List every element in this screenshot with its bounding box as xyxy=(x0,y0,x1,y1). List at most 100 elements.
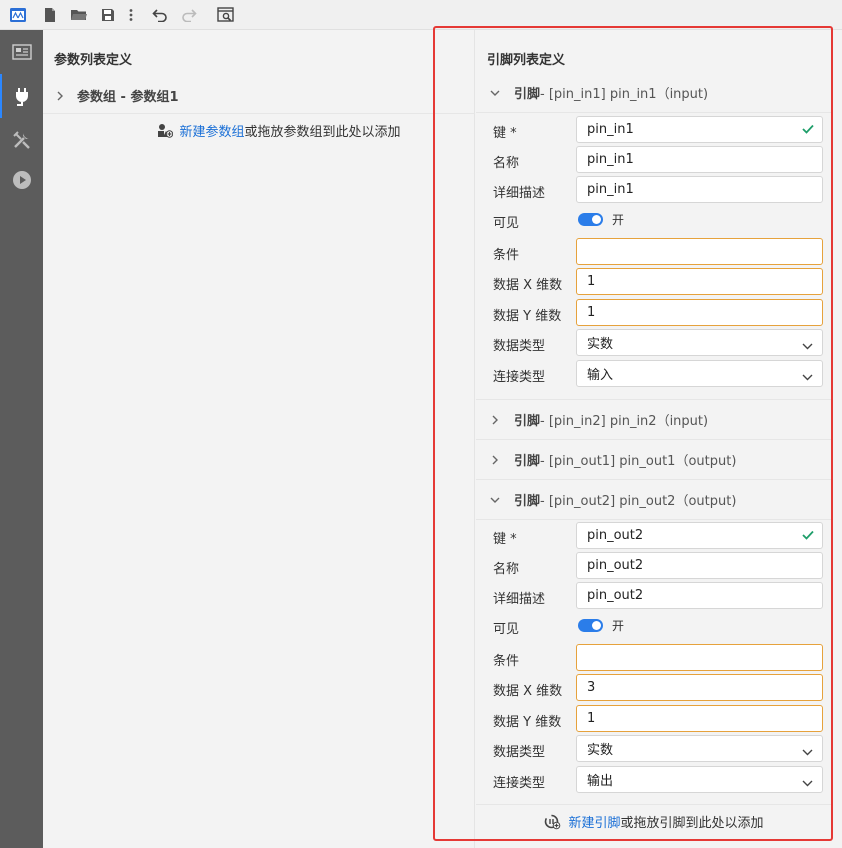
pin-header-pin-in1[interactable]: 引脚 - [pin_in1] pin_in1（input) xyxy=(476,73,832,113)
condition-label: 条件 xyxy=(493,248,520,263)
visible-toggle[interactable] xyxy=(578,213,603,226)
chevron-down-icon xyxy=(802,776,813,791)
description-value: pin_in1 xyxy=(587,182,634,197)
pin-header-pin-out2[interactable]: 引脚 - [pin_out2] pin_out2（output) xyxy=(476,480,832,520)
field-dim-x: 数据 X 维数 1 xyxy=(476,268,832,296)
key-value: pin_out2 xyxy=(587,528,644,543)
connection-type-label: 连接类型 xyxy=(493,370,546,385)
pin-list-panel: 引脚列表定义 引脚 - [pin_in1] pin_in1（input) 键 *… xyxy=(476,30,832,848)
chevron-down-icon xyxy=(802,370,813,385)
name-value: pin_in1 xyxy=(587,152,634,167)
pin-label: 引脚 xyxy=(514,414,541,429)
plugin-icon[interactable] xyxy=(0,74,43,118)
chevron-right-icon[interactable] xyxy=(476,415,514,425)
dim-y-value: 1 xyxy=(587,711,596,726)
field-data-type: 数据类型 实数 xyxy=(476,329,832,357)
data-type-value: 实数 xyxy=(587,743,614,758)
new-pin-link[interactable]: 新建引脚 xyxy=(568,812,620,831)
chevron-down-icon[interactable] xyxy=(476,496,514,504)
toolbar xyxy=(0,0,842,30)
chevron-down-icon[interactable] xyxy=(476,89,514,97)
pin-title: - [pin_out1] pin_out1（output) xyxy=(540,454,737,469)
field-key: 键 * pin_in1 xyxy=(476,116,832,144)
visible-toggle[interactable] xyxy=(578,619,603,632)
tools-icon[interactable] xyxy=(0,118,43,162)
add-pin-icon xyxy=(544,813,561,830)
name-label: 名称 xyxy=(493,562,520,577)
condition-label: 条件 xyxy=(493,654,520,669)
dim-y-input[interactable]: 1 xyxy=(576,299,823,326)
pin-title: - [pin_out2] pin_out2（output) xyxy=(540,494,737,509)
pin-label: 引脚 xyxy=(514,454,541,469)
description-label: 详细描述 xyxy=(493,592,546,607)
pin-header-pin-out1[interactable]: 引脚 - [pin_out1] pin_out1（output) xyxy=(476,440,832,480)
field-connection-type: 连接类型 输出 xyxy=(476,766,832,794)
data-type-select[interactable]: 实数 xyxy=(576,329,823,356)
field-connection-type: 连接类型 输入 xyxy=(476,360,832,388)
name-label: 名称 xyxy=(493,156,520,171)
redo-icon[interactable] xyxy=(177,3,201,27)
dim-y-value: 1 xyxy=(587,305,596,320)
undo-icon[interactable] xyxy=(148,3,172,27)
panel-icon[interactable] xyxy=(0,30,43,74)
connection-type-select[interactable]: 输出 xyxy=(576,766,823,793)
play-icon[interactable] xyxy=(0,158,43,202)
connection-type-label: 连接类型 xyxy=(493,776,546,791)
condition-input[interactable] xyxy=(576,238,823,265)
parameter-list-title: 参数列表定义 xyxy=(54,53,133,68)
app-logo-icon[interactable] xyxy=(6,3,30,27)
name-value: pin_out2 xyxy=(587,558,644,573)
parameter-group-label: 参数组 - 参数组1 xyxy=(77,90,179,105)
key-input[interactable]: pin_out2 xyxy=(576,522,823,549)
description-input[interactable]: pin_in1 xyxy=(576,176,823,203)
dim-x-value: 1 xyxy=(587,274,596,289)
activity-bar xyxy=(0,30,43,848)
preview-icon[interactable] xyxy=(214,3,238,27)
chevron-right-icon[interactable] xyxy=(43,91,77,101)
data-type-select[interactable]: 实数 xyxy=(576,735,823,762)
name-input[interactable]: pin_in1 xyxy=(576,146,823,173)
name-input[interactable]: pin_out2 xyxy=(576,552,823,579)
field-visible: 可见 开 xyxy=(476,612,832,640)
key-label: 键 * xyxy=(493,126,517,141)
visible-toggle-text: 开 xyxy=(612,213,625,227)
field-condition: 条件 xyxy=(476,238,832,266)
visible-label: 可见 xyxy=(493,622,520,637)
field-condition: 条件 xyxy=(476,644,832,672)
field-name: 名称 pin_in1 xyxy=(476,146,832,174)
visible-toggle-text: 开 xyxy=(612,619,625,633)
dim-y-input[interactable]: 1 xyxy=(576,705,823,732)
data-type-value: 实数 xyxy=(587,337,614,352)
dim-x-input[interactable]: 3 xyxy=(576,674,823,701)
chevron-down-icon xyxy=(802,339,813,354)
pin-title: - [pin_in2] pin_in2（input) xyxy=(540,414,709,429)
check-icon xyxy=(802,123,814,138)
pin-list-title: 引脚列表定义 xyxy=(487,53,566,68)
description-label: 详细描述 xyxy=(493,186,546,201)
field-dim-x: 数据 X 维数 3 xyxy=(476,674,832,702)
open-folder-icon[interactable] xyxy=(67,3,91,27)
parameter-list-panel: 参数列表定义 参数组 - 参数组1 新建参数组 或拖放参数组到此处以添加 xyxy=(43,30,475,848)
field-key: 键 * pin_out2 xyxy=(476,522,832,550)
chevron-right-icon[interactable] xyxy=(476,455,514,465)
save-icon[interactable] xyxy=(96,3,120,27)
field-description: 详细描述 pin_out2 xyxy=(476,582,832,610)
new-file-icon[interactable] xyxy=(38,3,62,27)
parameter-group-row[interactable]: 参数组 - 参数组1 xyxy=(43,78,475,114)
key-value: pin_in1 xyxy=(587,122,634,137)
dim-x-input[interactable]: 1 xyxy=(576,268,823,295)
more-icon[interactable] xyxy=(119,3,143,27)
pin-label: 引脚 xyxy=(514,494,541,509)
field-visible: 可见 开 xyxy=(476,206,832,234)
key-input[interactable]: pin_in1 xyxy=(576,116,823,143)
connection-type-value: 输入 xyxy=(587,368,614,383)
condition-input[interactable] xyxy=(576,644,823,671)
new-parameter-group-link[interactable]: 新建参数组 xyxy=(179,121,244,140)
check-icon xyxy=(802,529,814,544)
connection-type-select[interactable]: 输入 xyxy=(576,360,823,387)
description-value: pin_out2 xyxy=(587,588,644,603)
pin-header-pin-in2[interactable]: 引脚 - [pin_in2] pin_in2（input) xyxy=(476,400,832,440)
description-input[interactable]: pin_out2 xyxy=(576,582,823,609)
pin-title: - [pin_in1] pin_in1（input) xyxy=(540,87,709,102)
connection-type-value: 输出 xyxy=(587,774,614,789)
